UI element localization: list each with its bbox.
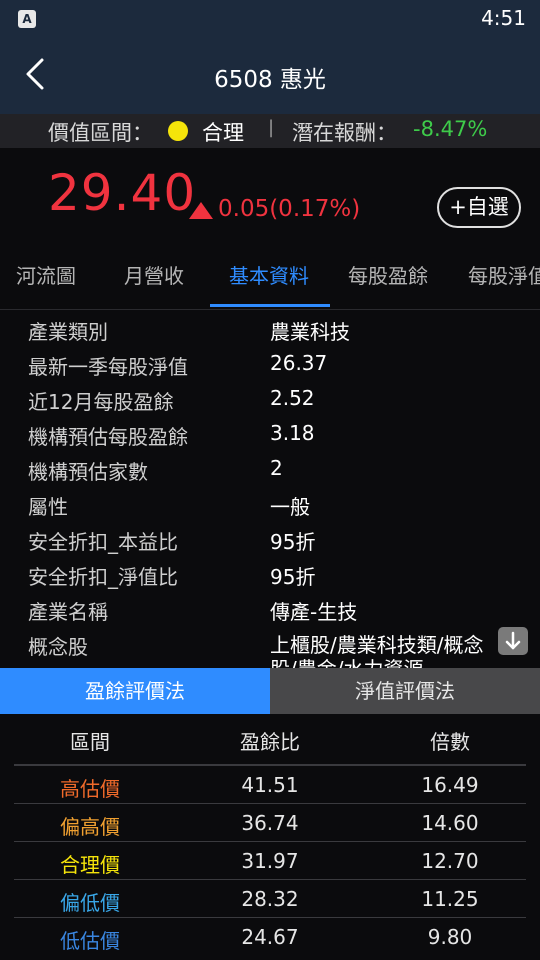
info-value: 95折 [270,565,316,589]
info-row: 近12月每股盈餘 2.52 [0,382,540,417]
info-row: 安全折扣_本益比 95折 [0,522,540,557]
tab-bar: 河流圖 月營收 基本資料 每股盈餘 每股淨值 [0,248,540,310]
zone-cell: 偏高價 [60,815,120,839]
info-row: 產業類別 農業科技 [0,312,540,347]
column-header: 盈餘比 [240,730,300,754]
potential-return-label: 潛在報酬： [292,121,397,145]
status-dot-icon [168,121,188,141]
info-row: 概念股 上櫃股/農業科技類/概念股/農金/水力資源 [0,627,540,668]
status-time: 4:51 [481,6,526,30]
tab-nav-valuation[interactable]: 淨值評價法 [270,668,540,714]
multiple-cell: 12.70 [421,849,479,873]
info-value: 26.37 [270,351,328,375]
tab-monthly-revenue[interactable]: 月營收 [124,260,184,289]
info-label: 安全折扣_淨值比 [28,565,178,589]
info-label: 機構預估每股盈餘 [28,425,188,449]
column-header: 區間 [70,730,110,754]
page-title: 6508 惠光 [214,67,326,93]
info-label: 最新一季每股淨值 [28,355,188,379]
info-row: 安全折扣_淨值比 95折 [0,557,540,592]
table-row: 低估價 24.67 9.80 [0,918,540,956]
ratio-cell: 28.32 [241,887,299,911]
valuation-table: 區間 盈餘比 倍數 高估價 41.51 16.49 偏高價 36.74 14.6… [0,714,540,960]
tab-nav-per-share[interactable]: 每股淨值 [468,260,540,289]
zone-cell: 偏低價 [60,891,120,915]
info-label: 屬性 [28,495,68,519]
info-label: 概念股 [28,635,88,659]
ratio-cell: 36.74 [241,811,299,835]
info-row: 產業名稱 傳產-生技 [0,592,540,627]
zone-cell: 低估價 [60,929,120,953]
stock-price: 29.40 [48,164,197,222]
info-value: 2 [270,456,283,480]
info-row: 機構預估家數 2 [0,452,540,487]
table-row: 高估價 41.51 16.49 [0,766,540,804]
value-range-status: 合理 [202,121,244,145]
info-label: 近12月每股盈餘 [28,390,174,414]
column-header: 倍數 [430,730,470,754]
tab-basic-info[interactable]: 基本資料 [229,260,309,289]
info-value: 3.18 [270,421,315,445]
table-row: 偏高價 36.74 14.60 [0,804,540,842]
value-range-bar: 價值區間： 合理 | 潛在報酬： -8.47% [0,114,540,148]
price-change: 0.05(0.17%) [218,196,361,222]
info-value: 上櫃股/農業科技類/概念股/農金/水力資源 [270,633,484,668]
separator: | [268,117,275,138]
table-row: 偏低價 28.32 11.25 [0,880,540,918]
arrow-down-icon [505,631,521,650]
add-watchlist-button[interactable]: +自選 [437,187,521,228]
scroll-down-button[interactable] [498,627,528,655]
zone-cell: 高估價 [60,777,120,801]
info-row: 屬性 一般 [0,487,540,522]
info-label: 產業名稱 [28,600,108,624]
tab-eps-valuation[interactable]: 盈餘評價法 [0,668,270,714]
ratio-cell: 31.97 [241,849,299,873]
app-notification-icon: A [18,10,36,28]
tab-river-chart[interactable]: 河流圖 [16,260,76,289]
value-range-label: 價值區間： [48,121,153,145]
ratio-cell: 24.67 [241,925,299,949]
info-value: 一般 [270,495,310,519]
info-label: 產業類別 [28,320,108,344]
info-row: 最新一季每股淨值 26.37 [0,347,540,382]
tab-eps[interactable]: 每股盈餘 [348,260,428,289]
info-label: 安全折扣_本益比 [28,530,178,554]
up-triangle-icon [189,202,213,219]
info-value: 農業科技 [270,320,350,344]
multiple-cell: 9.80 [427,925,473,949]
header: 6508 惠光 [0,38,540,114]
multiple-cell: 16.49 [421,773,479,797]
potential-return-value: -8.47% [413,117,488,141]
info-label: 機構預估家數 [28,460,148,484]
multiple-cell: 11.25 [421,887,479,911]
info-value: 95折 [270,530,316,554]
info-value: 2.52 [270,386,315,410]
active-tab-indicator [210,304,330,307]
info-row: 機構預估每股盈餘 3.18 [0,417,540,452]
zone-cell: 合理價 [60,853,120,877]
status-bar: A 4:51 [0,0,540,38]
ratio-cell: 41.51 [241,773,299,797]
basic-info-list[interactable]: 產業類別 農業科技 最新一季每股淨值 26.37 近12月每股盈餘 2.52 機… [0,312,540,668]
multiple-cell: 14.60 [421,811,479,835]
table-row: 合理價 31.97 12.70 [0,842,540,880]
info-value: 傳產-生技 [270,600,358,624]
